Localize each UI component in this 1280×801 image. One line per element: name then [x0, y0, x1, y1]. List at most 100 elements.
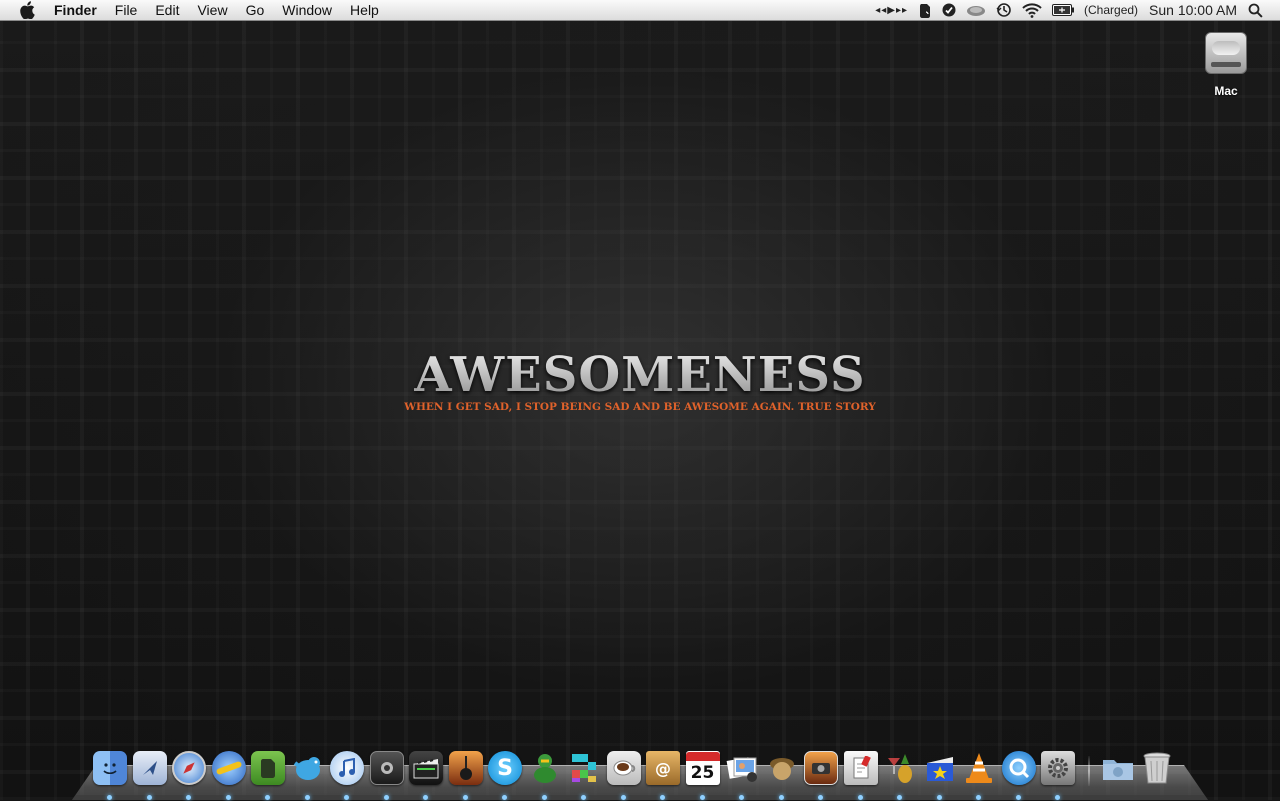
hard-drive-icon[interactable]: [1205, 32, 1247, 74]
battery-icon[interactable]: [1052, 0, 1075, 21]
running-indicator: [897, 795, 902, 800]
clapperboard-icon: [409, 751, 443, 785]
guitar-icon: [448, 751, 483, 785]
dock-imovie[interactable]: [922, 750, 958, 800]
menu-window[interactable]: Window: [273, 0, 341, 21]
running-indicator: [541, 795, 547, 800]
running-indicator: [581, 795, 586, 800]
trash-icon: [1140, 751, 1174, 785]
hard-drive-label: Mac: [1214, 84, 1238, 98]
menu-bar: Finder File Edit View Go Window Help ◂◂▶…: [0, 0, 1280, 21]
dock-vlc[interactable]: [961, 750, 997, 800]
twitter-bird-icon: [291, 751, 325, 785]
spotlight-icon[interactable]: [1248, 0, 1263, 21]
dock-twitter[interactable]: [290, 750, 326, 800]
dock-cocktail[interactable]: [882, 750, 918, 800]
cloud-icon[interactable]: [966, 0, 986, 21]
running-indicator: [699, 795, 705, 800]
running-indicator: [186, 795, 191, 800]
safari-icon: [172, 751, 206, 785]
menu-go[interactable]: Go: [237, 0, 274, 21]
wallpaper-text: AWESOMENESS WHEN I GET SAD, I STOP BEING…: [388, 346, 892, 413]
dock-final-cut[interactable]: [408, 750, 444, 800]
running-indicator: [660, 795, 665, 800]
itunes-icon: [330, 751, 364, 785]
camera-photo-icon: [804, 751, 838, 785]
running-indicator: [423, 795, 428, 800]
running-indicator: [383, 795, 389, 800]
menu-file[interactable]: File: [106, 0, 147, 21]
clock[interactable]: Sun 10:00 AM: [1149, 0, 1237, 21]
running-indicator: [739, 795, 744, 800]
dock-system-preferences[interactable]: [1040, 750, 1076, 800]
dock-evernote[interactable]: [250, 750, 286, 800]
running-indicator: [857, 795, 863, 800]
running-indicator: [976, 795, 981, 800]
running-indicator: [265, 795, 270, 800]
desktop-hard-drive[interactable]: Mac: [1196, 30, 1256, 102]
wallpaper-title: AWESOMENESS: [388, 346, 892, 404]
mail-icon: [132, 751, 167, 785]
blocks-icon: [567, 751, 601, 785]
vlc-cone-icon: [962, 751, 996, 785]
dock-acorn[interactable]: [764, 750, 800, 800]
wifi-icon[interactable]: [1022, 0, 1042, 21]
dock-downloads-folder[interactable]: [1100, 750, 1136, 786]
quicktime-icon: [1001, 751, 1036, 785]
time-machine-icon[interactable]: [996, 0, 1012, 21]
acorn-icon: [765, 751, 799, 785]
menu-view[interactable]: View: [188, 0, 236, 21]
dock: S @ 25: [92, 746, 1179, 800]
menu-app-finder[interactable]: Finder: [54, 0, 106, 21]
dock-garageband[interactable]: [448, 750, 484, 800]
menu-edit[interactable]: Edit: [146, 0, 188, 21]
running-indicator: [462, 795, 468, 800]
battery-status-text[interactable]: (Charged): [1084, 0, 1138, 21]
running-indicator: [620, 795, 626, 800]
running-indicator: [778, 795, 784, 800]
checkmark-icon[interactable]: [942, 0, 956, 21]
dock-coffee[interactable]: [606, 750, 642, 800]
media-controls-icon[interactable]: ◂◂▶▸▸: [875, 0, 908, 21]
address-book-icon: @: [646, 751, 680, 785]
folder-icon: [1101, 751, 1135, 785]
dock-photo-booth[interactable]: [369, 750, 405, 800]
dock-mail[interactable]: [132, 750, 168, 800]
dock-tetris[interactable]: [566, 750, 602, 800]
apple-menu-icon[interactable]: [18, 1, 36, 19]
dock-skype[interactable]: S: [487, 750, 523, 800]
gear-icon: [1041, 751, 1075, 785]
film-icon: [369, 751, 404, 785]
dock-quicktime[interactable]: [1001, 750, 1037, 800]
running-indicator: [304, 795, 310, 800]
running-indicator: [107, 795, 112, 800]
running-indicator: [818, 795, 823, 800]
dock-trash[interactable]: [1139, 750, 1175, 786]
calendar-icon: 25: [685, 751, 720, 785]
running-indicator: [936, 795, 942, 800]
dock-finder[interactable]: [92, 750, 128, 800]
dock-adium[interactable]: [527, 750, 563, 800]
calendar-day: 25: [690, 762, 715, 783]
preview-icon: [843, 751, 878, 785]
running-indicator: [1055, 795, 1060, 800]
evernote-icon[interactable]: [918, 0, 932, 21]
photos-icon: [725, 751, 759, 785]
dock-image-capture[interactable]: [803, 750, 839, 800]
dock-ical[interactable]: 25: [685, 750, 721, 800]
dock-safari[interactable]: [171, 750, 207, 800]
dock-preview[interactable]: [843, 750, 879, 800]
coffee-cup-icon: [606, 751, 641, 785]
adium-duck-icon: [528, 751, 562, 785]
dock-iphoto[interactable]: [724, 750, 760, 800]
movie-star-icon: [923, 751, 957, 785]
running-indicator: [1015, 795, 1021, 800]
running-indicator: [502, 795, 507, 800]
menu-help[interactable]: Help: [341, 0, 388, 21]
dock-chrome-globe[interactable]: [211, 750, 247, 800]
pineapple-icon: [883, 751, 917, 785]
dock-address-book[interactable]: @: [645, 750, 681, 800]
dock-itunes[interactable]: [329, 750, 365, 800]
evernote-app-icon: [251, 751, 285, 785]
running-indicator: [225, 795, 231, 800]
